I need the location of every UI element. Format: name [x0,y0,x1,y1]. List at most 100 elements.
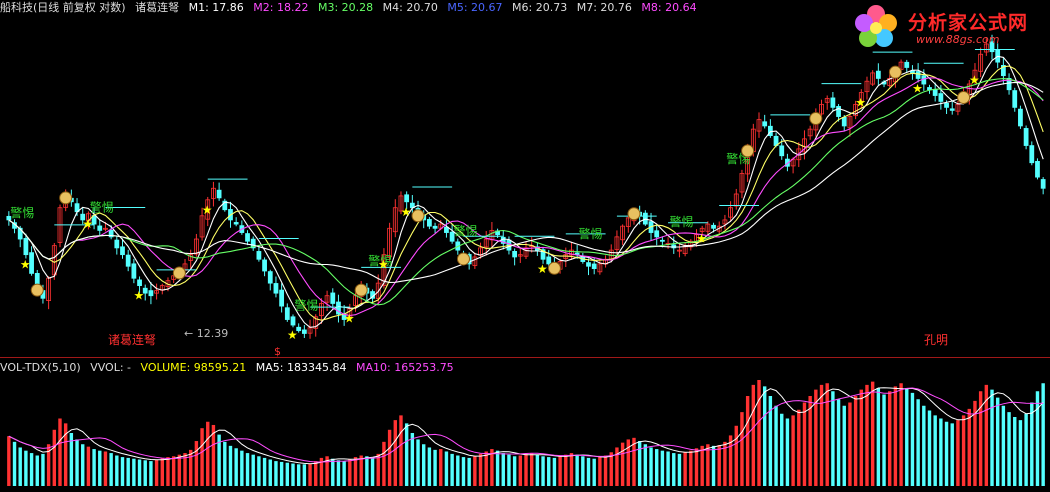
candle-body [290,316,296,326]
ma-m5: M5: 20.67 [447,1,503,14]
candle-body [1018,108,1023,127]
candle-body [267,271,273,284]
candle-body [125,254,131,267]
logo-title: 分析家公式网 [908,12,1029,34]
candle-body [301,329,307,334]
candle-body [404,194,410,203]
candle-body [904,61,910,68]
star-icon: ★ [378,258,389,272]
candle-body [1012,90,1018,108]
star-icon: ★ [855,96,866,110]
star-icon: ★ [401,205,412,219]
money-bag-icon [59,191,73,205]
candle-body [256,251,262,260]
candle-body [432,225,438,229]
candle-body [279,289,285,307]
candle-body [762,121,768,127]
chart-stage: 警惕 警惕 警惕 警惕 警惕 警惕 警惕 警惕 ★ ★ ★ ★ ★ ★ ★ ★ ★ ★ ★ ★ ★ 诸葛连弩 孔明 ← 12.… [0,0,1050,488]
ma-line-m2 [8,65,1044,321]
candle-body [586,262,591,267]
candle-body [1023,128,1029,146]
logo-url: www.88gs.com [916,33,1000,46]
candle-body [654,230,660,238]
indicator-name: 诸葛连弩 [135,1,180,14]
star-icon: ★ [969,73,980,87]
candle-body [1035,160,1040,178]
star-icon: ★ [912,81,923,95]
low-price-label: ← 12.39 [184,327,228,340]
ma-m1: M1: 17.86 [188,1,244,14]
money-bag-icon [172,266,186,280]
money-bag-icon [957,91,971,105]
warning-label: 警惕 [294,297,318,312]
candle-body [245,233,250,242]
stock-title: 船科技(日线 前复权 对数) [0,1,126,14]
volume-value: VOLUME: 98595.21 [140,361,247,374]
zhuge-signal-label: 诸葛连弩 [108,332,156,347]
star-icon: ★ [134,289,145,303]
star-icon: ★ [537,262,548,276]
ma-line-m4 [8,78,1044,306]
candle-body [137,279,142,287]
star-icon: ★ [20,258,31,272]
candle-body [426,219,432,227]
star-icon: ★ [82,217,93,231]
ma-m6: M6: 20.73 [512,1,568,14]
candle-body [938,93,944,102]
money-bag-icon [627,207,641,221]
candle-body [262,259,267,272]
candle-body [830,97,836,108]
warning-label: 警惕 [669,214,693,229]
price-chart: 警惕 警惕警惕警惕警惕 警惕警惕警惕★★★★★★★★★★★★★诸葛连弩 孔明← 12.… [6,34,1046,486]
flower-icon [855,5,897,47]
ma-m4: M4: 20.70 [382,1,438,14]
candle-body [284,307,290,320]
candle-body [97,225,103,231]
vvol-label: VVOL: - [90,361,132,374]
candle-body [233,222,239,225]
candle-body [1040,179,1046,189]
candle-body [711,224,716,229]
volume-ma10: MA10: 165253.75 [355,361,454,374]
candle-body [444,226,449,233]
site-logo: 分析家公式网 www.88gs.com [846,2,1046,54]
candle-body [779,145,785,157]
money-bag-icon [888,65,902,79]
candle-body [836,106,841,117]
warning-label: 警惕 [90,199,114,214]
warning-label: 警惕 [579,226,603,241]
money-bag-icon [30,283,44,297]
volume-indicator-name: VOL-TDX(5,10) [0,361,81,374]
candle-body [841,116,847,127]
candle-body [148,290,154,297]
ma-m8: M8: 20.64 [641,1,697,14]
candle-body [216,189,222,199]
star-icon: ★ [696,231,707,245]
ma-m7: M7: 20.76 [576,1,632,14]
kongming-signal-label: 孔明 [924,333,948,347]
candle-body [944,102,949,108]
star-icon: ★ [287,328,298,342]
money-bag-icon [547,261,561,275]
money-bag-icon [456,252,470,266]
candle-body [330,292,336,304]
ma-m3: M3: 20.28 [317,1,374,14]
panel-divider [0,357,1050,358]
candle-body [875,70,881,79]
candle-body [660,239,665,242]
candle-body [932,89,938,96]
candle-body [915,71,921,79]
candle-body [114,239,120,249]
candle-body [1029,145,1035,164]
volume-header: VOL-TDX(5,10) VVOL: - VOLUME: 98595.21 M… [0,360,700,376]
candle-body [273,283,279,294]
money-bag-icon [809,112,823,126]
price-header: 船科技(日线 前复权 对数) 诸葛连弩 M1: 17.86 M2: 18.22 … [0,0,840,16]
money-bag-icon [354,283,368,297]
star-icon: ★ [202,203,213,217]
candle-body [591,263,597,270]
warning-label: 警惕 [453,223,477,238]
candle-body [512,250,518,258]
money-bag-icon [741,144,755,158]
candle-body [23,238,29,256]
